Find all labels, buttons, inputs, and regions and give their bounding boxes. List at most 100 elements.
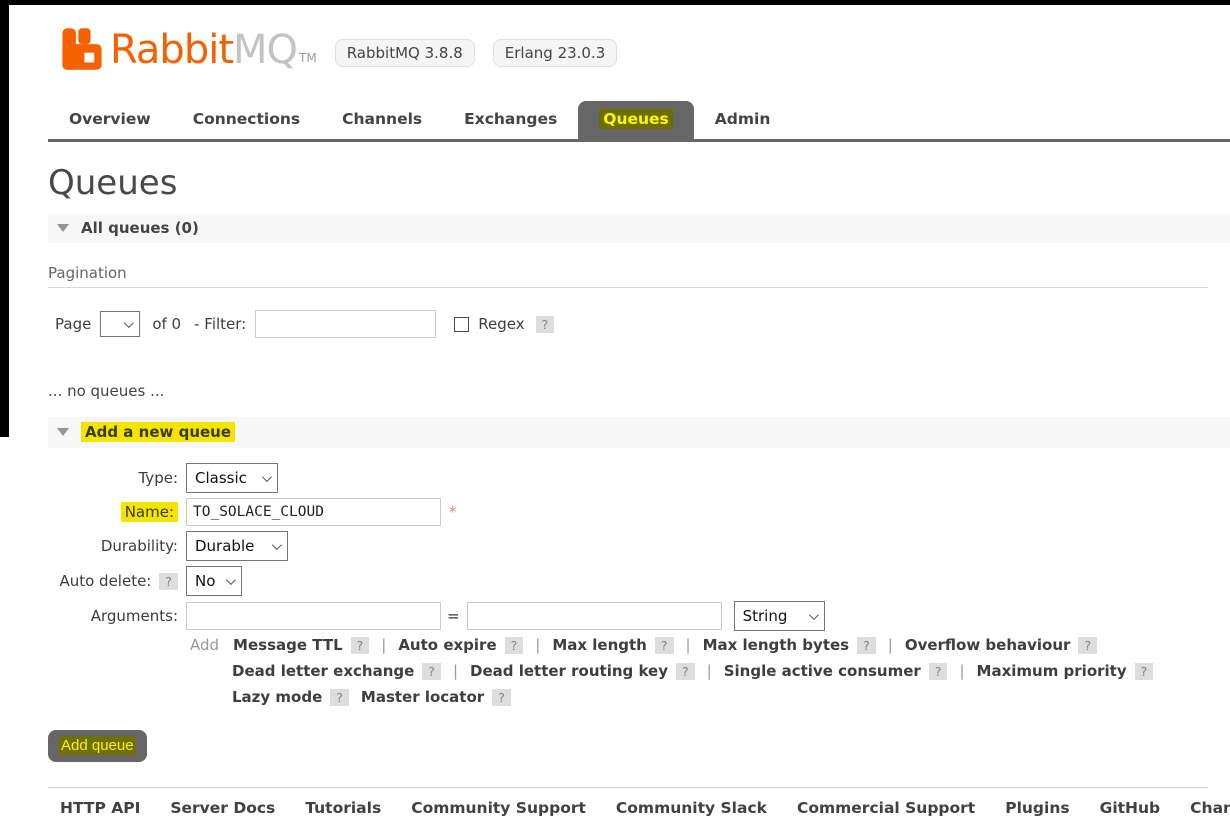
chevron-down-icon xyxy=(262,472,272,482)
regex-label: Regex xyxy=(478,315,524,333)
argument-type-select-value: String xyxy=(743,607,788,625)
argument-links-row: Dead letter exchange? | Dead letter routin… xyxy=(190,662,1230,680)
separator: | xyxy=(888,636,893,654)
argument-link-master-locator[interactable]: Master locator xyxy=(361,688,484,706)
argument-link-overflow-behaviour[interactable]: Overflow behaviour xyxy=(905,636,1071,654)
footer-link-changelog[interactable]: Changelog xyxy=(1190,799,1230,817)
tab-exchanges[interactable]: Exchanges xyxy=(443,101,578,139)
help-icon[interactable]: ? xyxy=(676,663,695,680)
version-badges: RabbitMQ 3.8.8 Erlang 23.0.3 xyxy=(335,39,618,67)
durability-label: Durability: xyxy=(48,537,178,555)
add-queue-button-label: Add queue xyxy=(59,736,136,755)
separator: | xyxy=(707,662,712,680)
type-select-value: Classic xyxy=(195,469,247,487)
add-queue-section-label: Add a new queue xyxy=(81,422,235,442)
tab-overview[interactable]: Overview xyxy=(48,101,172,139)
type-row: Type: Classic xyxy=(48,463,1230,493)
separator: | xyxy=(453,662,458,680)
page-select[interactable] xyxy=(100,311,140,337)
version-badge-erlang: Erlang 23.0.3 xyxy=(493,39,618,67)
help-icon[interactable]: ? xyxy=(1078,637,1097,654)
tab-channels[interactable]: Channels xyxy=(321,101,443,139)
footer-link-server-docs[interactable]: Server Docs xyxy=(170,799,275,817)
separator: | xyxy=(959,662,964,680)
filter-input[interactable] xyxy=(255,310,436,338)
argument-links: Add Message TTL? | Auto expire? | Max length?… xyxy=(190,636,1230,706)
argument-link-max-length[interactable]: Max length xyxy=(552,636,647,654)
footer-link-commercial-support[interactable]: Commercial Support xyxy=(797,799,975,817)
rabbitmq-logo[interactable]: RabbitMQ TM xyxy=(60,27,317,71)
footer-link-community-slack[interactable]: Community Slack xyxy=(616,799,767,817)
help-icon[interactable]: ? xyxy=(330,689,349,706)
help-icon[interactable]: ? xyxy=(422,663,441,680)
pagination-controls: Page of 0 - Filter: Regex ? xyxy=(48,309,1230,339)
footer: HTTP API Server Docs Tutorials Community Su… xyxy=(48,787,1208,817)
chevron-down-icon xyxy=(124,318,134,328)
help-icon[interactable]: ? xyxy=(1135,663,1154,680)
regex-checkbox[interactable] xyxy=(454,317,469,332)
help-icon[interactable]: ? xyxy=(857,637,876,654)
name-label: Name: xyxy=(121,502,178,522)
name-row: Name: * xyxy=(48,498,1230,526)
type-label: Type: xyxy=(48,469,178,487)
logo-text-rabbit: Rabbit xyxy=(110,27,233,73)
footer-link-github[interactable]: GitHub xyxy=(1100,799,1161,817)
argument-link-single-active-consumer[interactable]: Single active consumer xyxy=(724,662,921,680)
help-icon[interactable]: ? xyxy=(929,663,948,680)
arguments-row: Arguments: = String xyxy=(48,601,1230,631)
argument-link-lazy-mode[interactable]: Lazy mode xyxy=(232,688,322,706)
argument-key-input[interactable] xyxy=(186,602,441,630)
regex-help-icon[interactable]: ? xyxy=(536,316,555,333)
rabbitmq-logo-icon xyxy=(60,27,110,71)
queue-name-input[interactable] xyxy=(186,498,441,526)
argument-links-row: Lazy mode? Master locator? xyxy=(190,688,1230,706)
window-border-left xyxy=(0,0,9,437)
argument-link-dead-letter-routing-key[interactable]: Dead letter routing key xyxy=(470,662,668,680)
help-icon[interactable]: ? xyxy=(351,637,370,654)
separator: | xyxy=(535,636,540,654)
chevron-down-icon xyxy=(809,610,819,620)
argument-link-dead-letter-exchange[interactable]: Dead letter exchange xyxy=(232,662,414,680)
filter-label: - Filter: xyxy=(194,315,246,333)
tab-queues[interactable]: Queues xyxy=(578,101,694,139)
argument-value-input[interactable] xyxy=(467,602,722,630)
add-queue-section-header[interactable]: Add a new queue xyxy=(48,417,1230,448)
help-icon[interactable]: ? xyxy=(505,637,524,654)
footer-link-tutorials[interactable]: Tutorials xyxy=(305,799,381,817)
auto-delete-select[interactable]: No xyxy=(186,566,242,596)
durability-select-value: Durable xyxy=(195,537,254,555)
argument-link-max-length-bytes[interactable]: Max length bytes xyxy=(703,636,850,654)
logo-wordmark: RabbitMQ xyxy=(110,29,297,71)
add-queue-button[interactable]: Add queue xyxy=(48,730,147,762)
durability-select[interactable]: Durable xyxy=(186,531,288,561)
help-icon[interactable]: ? xyxy=(492,689,511,706)
footer-link-community-support[interactable]: Community Support xyxy=(411,799,586,817)
argument-type-select[interactable]: String xyxy=(734,601,825,631)
tab-connections[interactable]: Connections xyxy=(172,101,321,139)
nav-tabs: Overview Connections ChannelsExchangesQueu… xyxy=(48,101,1230,142)
auto-delete-help-icon[interactable]: ? xyxy=(159,573,178,590)
tab-admin[interactable]: Admin xyxy=(694,101,792,139)
separator: | xyxy=(686,636,691,654)
all-queues-section-header[interactable]: All queues (0) xyxy=(48,214,1230,243)
help-icon[interactable]: ? xyxy=(655,637,674,654)
empty-queues-message: ... no queues ... xyxy=(48,382,1230,400)
argument-link-maximum-priority[interactable]: Maximum priority xyxy=(977,662,1127,680)
argument-link-auto-expire[interactable]: Auto expire xyxy=(398,636,496,654)
equals-sign: = xyxy=(447,607,460,625)
type-select[interactable]: Classic xyxy=(186,463,278,493)
add-word-label: Add xyxy=(190,636,219,654)
argument-link-message-ttl[interactable]: Message TTL xyxy=(233,636,343,654)
footer-link-plugins[interactable]: Plugins xyxy=(1005,799,1069,817)
of-count-label: of 0 xyxy=(152,315,181,333)
tab-label: Connections xyxy=(193,110,300,128)
logo-trademark: TM xyxy=(299,45,317,71)
auto-delete-label: Auto delete: xyxy=(59,572,151,590)
footer-link-http-api[interactable]: HTTP API xyxy=(60,799,140,817)
argument-links-row: Add Message TTL? | Auto expire? | Max length?… xyxy=(190,636,1230,654)
page-title: Queues xyxy=(48,163,1230,203)
pagination-heading: Pagination xyxy=(48,264,1208,288)
chevron-down-icon xyxy=(272,540,282,550)
add-queue-form: Type: Classic Name: * Durability: Durabl… xyxy=(48,463,1230,762)
footer-links: HTTP API Server Docs Tutorials Community Su… xyxy=(60,799,1208,817)
